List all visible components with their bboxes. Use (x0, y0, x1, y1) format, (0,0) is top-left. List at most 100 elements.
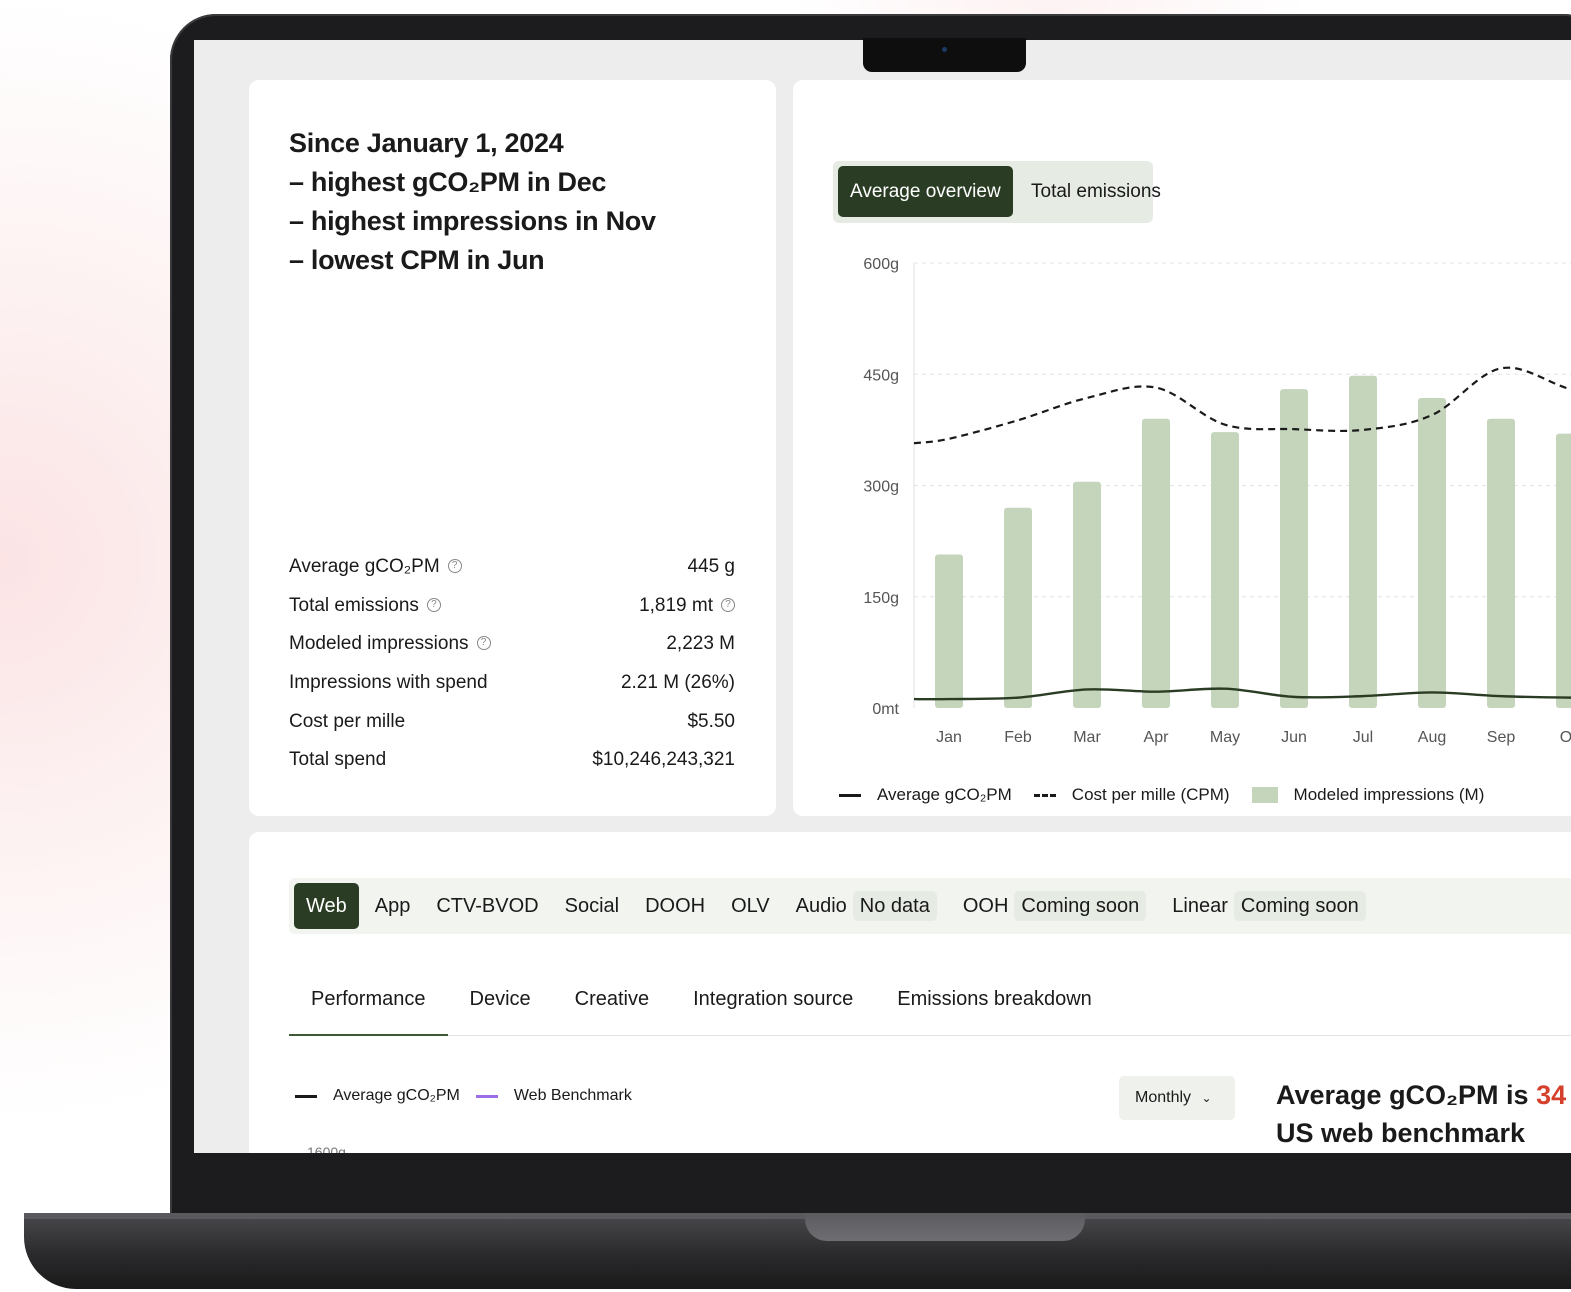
metric-value: $5.50 (687, 710, 735, 732)
legend-purple-line-icon (475, 1094, 498, 1098)
info-icon[interactable]: ? (447, 559, 462, 574)
metric-row-total-emissions: Total emissions? 1,819 mt? (289, 587, 735, 626)
laptop-base (24, 1213, 1571, 1289)
laptop-base-edge (24, 1213, 1571, 1219)
info-icon[interactable]: ? (721, 597, 735, 612)
x-tick-label: May (1210, 729, 1240, 746)
channel-tab-label: OOH (962, 895, 1009, 917)
channel-tab-label: Linear (1172, 895, 1228, 917)
metric-row-cost-per-mille: Cost per mille $5.50 (289, 702, 735, 741)
y-tick-label: 300g (863, 479, 899, 496)
metric-label: Cost per mille (289, 710, 406, 732)
channel-tab-web[interactable]: Web (294, 883, 359, 929)
info-icon[interactable]: ? (426, 597, 441, 612)
summary-card: Since January 1, 2024 – highest gCO₂PM i… (249, 80, 776, 816)
period-select-label: Monthly (1135, 1089, 1192, 1106)
camera-icon (942, 47, 947, 52)
period-select[interactable]: Monthly ⌄ (1119, 1076, 1235, 1120)
legend-label: Modeled impressions (M) (1293, 785, 1485, 804)
x-tick-label: Feb (1004, 729, 1032, 746)
y-tick-label: 450g (863, 367, 899, 384)
bar-modeled-impressions (935, 554, 963, 708)
metric-row-avg-gco2pm: Average gCO₂PM? 445 g (289, 548, 735, 587)
benchmark-legend: Average gCO₂PM Web Benchmark (295, 1087, 632, 1105)
metric-value: $10,246,243,321 (592, 749, 735, 771)
channel-tab-label: Social (564, 895, 620, 917)
channel-tab-label: Audio (795, 895, 847, 917)
benchmark-value: 34 (1536, 1080, 1567, 1110)
legend-bar-swatch-icon (1251, 787, 1278, 803)
subtab-creative[interactable]: Creative (553, 978, 671, 1036)
camera-notch (863, 38, 1026, 72)
y-tick-label: 600g (863, 256, 899, 273)
laptop-opening-notch (805, 1213, 1085, 1241)
chart-legend: Average gCO₂PM Cost per mille (CPM) Mode… (839, 785, 1484, 805)
subtab-emissions-breakdown[interactable]: Emissions breakdown (875, 978, 1114, 1036)
bar-modeled-impressions (1073, 481, 1101, 708)
x-tick-label: Jan (936, 729, 962, 746)
y-tick-label: 150g (863, 590, 899, 607)
bar-modeled-impressions (1487, 418, 1515, 708)
x-tick-label: Jul (1353, 729, 1373, 746)
channel-tab-ooh[interactable]: OOH Coming soon (962, 883, 1147, 929)
benchmark-prefix: Average gCO₂PM is (1276, 1080, 1537, 1110)
y-tick-label: 0mt (872, 701, 899, 718)
chevron-down-icon: ⌄ (1201, 1091, 1212, 1105)
legend-solid-line-icon (295, 1094, 317, 1098)
x-tick-label: Apr (1144, 729, 1170, 746)
metric-label: Total spend (289, 749, 387, 771)
subtab-integration-source[interactable]: Integration source (671, 978, 875, 1036)
channel-tab-olv[interactable]: OLV (731, 883, 770, 929)
app-screen: Since January 1, 2024 – highest gCO₂PM i… (194, 40, 1571, 1153)
metric-value: 1,819 mt (639, 594, 713, 616)
x-tick-label: Sep (1487, 729, 1516, 746)
metric-row-impressions-with-spend: Impressions with spend 2.21 M (26%) (289, 664, 735, 703)
headline-line: – highest impressions in Nov (289, 206, 656, 236)
subtab-device[interactable]: Device (448, 978, 553, 1036)
bar-modeled-impressions (1418, 397, 1446, 708)
x-tick-label: Oc (1560, 729, 1571, 746)
headline-line: – highest gCO₂PM in Dec (289, 167, 607, 197)
benchmark-summary: Average gCO₂PM is 34 US web benchmark (1276, 1076, 1566, 1152)
subtab-performance[interactable]: Performance (289, 978, 448, 1036)
info-icon[interactable]: ? (476, 636, 491, 651)
channel-tab-social[interactable]: Social (565, 883, 619, 929)
x-tick-label: Aug (1418, 729, 1446, 746)
bar-modeled-impressions (1004, 507, 1032, 708)
status-badge: Coming soon (1014, 891, 1147, 921)
channel-tab-label: OLV (731, 895, 770, 917)
channel-tab-linear[interactable]: Linear Coming soon (1172, 883, 1366, 929)
headline-line: – lowest CPM in Jun (289, 245, 545, 275)
bar-modeled-impressions (1349, 375, 1377, 708)
channel-tab-ctv-bvod[interactable]: CTV-BVOD (436, 883, 538, 929)
metric-value: 445 g (687, 556, 735, 578)
channel-tab-label: App (374, 895, 411, 917)
summary-headline: Since January 1, 2024 – highest gCO₂PM i… (289, 124, 656, 280)
channel-tab-label: CTV-BVOD (436, 895, 539, 917)
legend-label: Cost per mille (CPM) (1071, 785, 1230, 804)
headline-line: Since January 1, 2024 (289, 128, 564, 158)
legend-label: Average gCO₂PM (333, 1087, 460, 1104)
legend-dashed-line-icon (1033, 793, 1056, 797)
metric-label: Average gCO₂PM (289, 556, 440, 578)
bar-modeled-impressions (1556, 433, 1571, 708)
channel-tab-app[interactable]: App (375, 883, 411, 929)
channel-tabs: Web App CTV-BVOD Social DOOH OLV Audio No data O… (289, 878, 1571, 934)
series-line-cpm (913, 366, 1571, 445)
metric-label: Impressions with spend (289, 672, 488, 694)
detail-subtabs: Performance Device Creative Integration sou… (289, 978, 1571, 1036)
legend-label: Average gCO₂PM (877, 785, 1012, 804)
legend-solid-line-icon (839, 793, 861, 797)
channel-tab-dooh[interactable]: DOOH (645, 883, 705, 929)
x-tick-label: Jun (1281, 729, 1307, 746)
channel-tab-label: DOOH (645, 895, 706, 917)
bar-modeled-impressions (1211, 432, 1239, 708)
y-tick-label: 1600g (307, 1144, 346, 1153)
overview-chart: 600g 450g 300g 150g 0mt Jan Feb Mar Apr May Jun Jul… (863, 256, 1571, 746)
channel-tab-audio[interactable]: Audio No data (796, 883, 937, 929)
metric-label: Total emissions (289, 594, 419, 616)
bar-modeled-impressions (1280, 389, 1308, 708)
status-badge: Coming soon (1233, 891, 1366, 921)
benchmark-line2: US web benchmark (1276, 1118, 1526, 1148)
metric-label: Modeled impressions (289, 633, 469, 655)
